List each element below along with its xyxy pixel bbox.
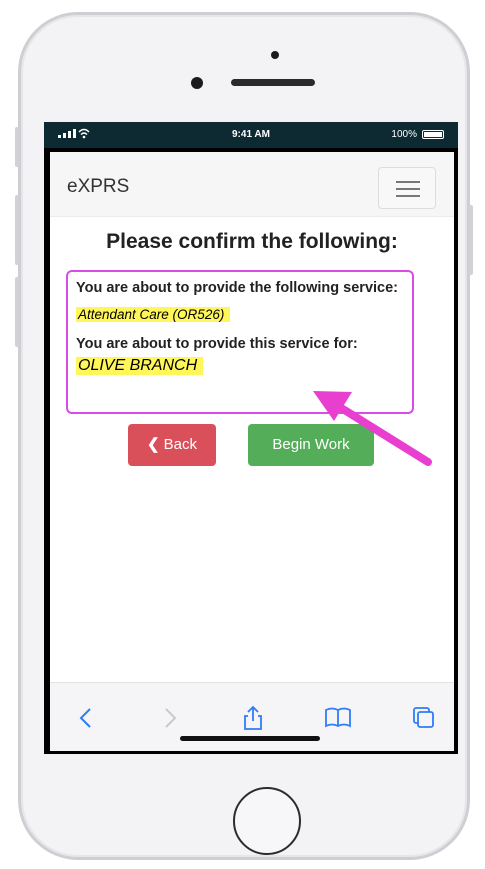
battery-percent: 100%: [391, 129, 417, 140]
back-button[interactable]: ❮ Back: [128, 424, 216, 466]
power-button: [469, 205, 473, 275]
chevron-left-icon: ❮: [147, 436, 160, 453]
brand-logo[interactable]: eXPRS: [67, 176, 129, 198]
chevron-left-icon[interactable]: [72, 705, 102, 731]
tabs-icon[interactable]: [408, 705, 438, 731]
begin-work-button[interactable]: Begin Work: [248, 424, 374, 466]
status-bar: 9:41 AM 100%: [44, 122, 458, 148]
confirmation-box: You are about to provide the following s…: [66, 270, 414, 414]
begin-work-label: Begin Work: [272, 436, 350, 453]
home-button[interactable]: [233, 787, 301, 855]
share-icon[interactable]: [238, 705, 268, 731]
phone-screen: 9:41 AM 100% eXPRS Please confirm the fo…: [44, 122, 458, 754]
chevron-right-icon[interactable]: [154, 705, 184, 731]
proximity-sensor: [271, 51, 279, 59]
mute-switch: [15, 127, 19, 167]
home-indicator: [180, 736, 320, 741]
service-name: Attendant Care (OR526): [76, 307, 231, 322]
client-name: OLIVE BRANCH: [76, 357, 204, 375]
battery-indicator: 100%: [391, 129, 444, 140]
earpiece-speaker: [231, 79, 315, 86]
navbar: eXPRS: [50, 152, 454, 217]
bookmarks-icon[interactable]: [323, 705, 353, 731]
client-prompt: You are about to provide this service fo…: [76, 336, 358, 352]
back-button-label: Back: [163, 436, 197, 453]
menu-toggle-button[interactable]: [378, 167, 436, 209]
web-page: eXPRS Please confirm the following: You …: [50, 152, 454, 751]
front-camera: [191, 77, 203, 89]
volume-down-button: [15, 277, 19, 347]
service-prompt: You are about to provide the following s…: [76, 280, 398, 296]
page-title: Please confirm the following:: [106, 230, 398, 253]
battery-icon: [422, 130, 444, 139]
volume-up-button: [15, 195, 19, 265]
